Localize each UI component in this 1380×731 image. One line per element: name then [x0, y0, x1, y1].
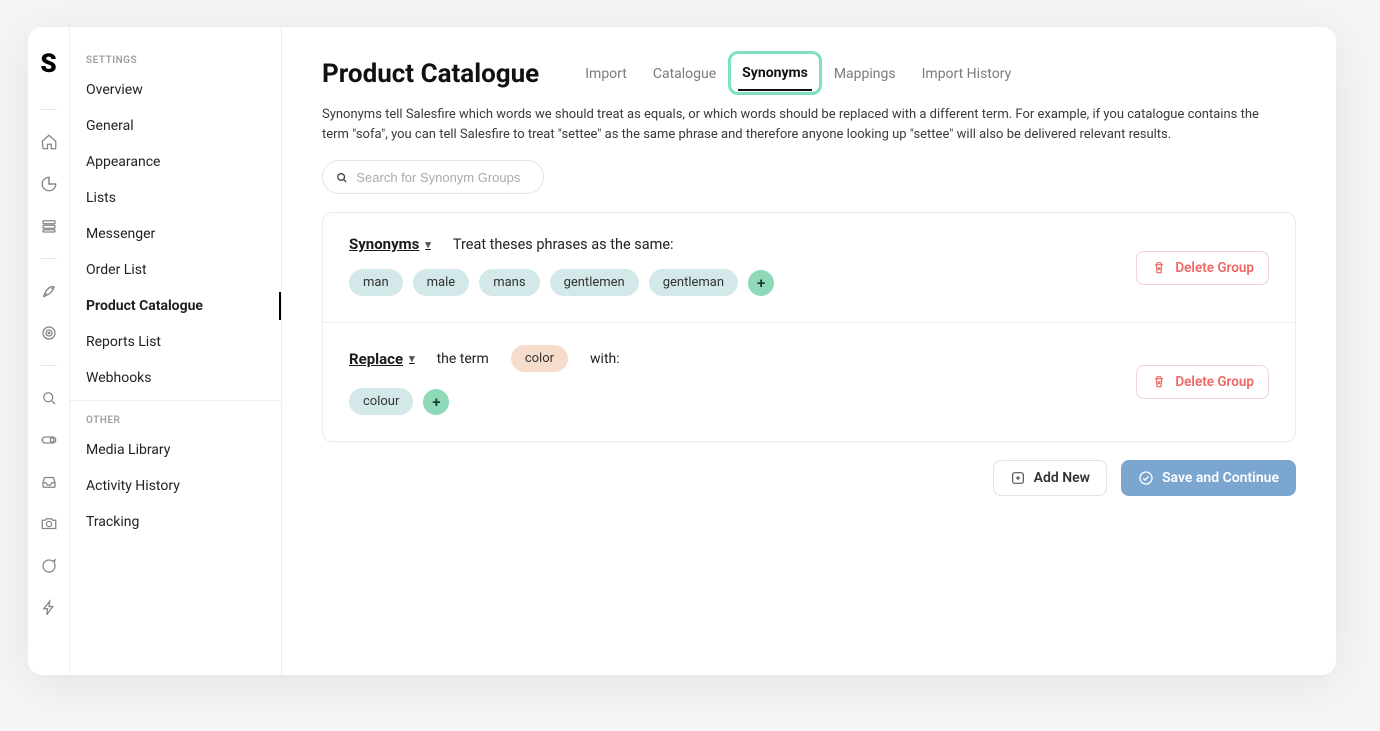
delete-group-label: Delete Group — [1175, 374, 1254, 390]
nav-item-tracking[interactable]: Tracking — [70, 504, 281, 540]
rail-separator — [41, 109, 57, 110]
target-icon[interactable] — [39, 323, 59, 343]
page-description: Synonyms tell Salesfire which words we s… — [322, 105, 1282, 144]
synonym-group: Replace ▾ the term color with: colour + Delete … — [323, 322, 1295, 441]
nav-item-lists[interactable]: Lists — [70, 180, 281, 216]
nav-item-appearance[interactable]: Appearance — [70, 144, 281, 180]
search-icon — [335, 170, 348, 185]
chart-icon[interactable] — [39, 174, 59, 194]
nav-item-order-list[interactable]: Order List — [70, 252, 281, 288]
nav-item-messenger[interactable]: Messenger — [70, 216, 281, 252]
trash-icon — [1151, 374, 1167, 390]
replace-term-pill[interactable]: color — [511, 345, 568, 372]
group-type-selector[interactable]: Replace ▾ — [349, 350, 415, 368]
rocket-icon[interactable] — [39, 281, 59, 301]
camera-icon[interactable] — [39, 514, 59, 534]
lightning-icon[interactable] — [39, 598, 59, 618]
add-icon — [1010, 470, 1026, 486]
add-new-button[interactable]: Add New — [993, 460, 1107, 496]
tab-highlight — [728, 51, 822, 95]
term-pill[interactable]: man — [349, 269, 403, 296]
search-input[interactable] — [356, 170, 531, 185]
nav-item-activity-history[interactable]: Activity History — [70, 468, 281, 504]
save-continue-label: Save and Continue — [1162, 470, 1279, 486]
page-title: Product Catalogue — [322, 59, 539, 89]
toggle-icon[interactable] — [39, 430, 59, 450]
chevron-down-icon: ▾ — [409, 352, 415, 365]
inline-post-text: with: — [590, 351, 620, 367]
nav-item-product-catalogue[interactable]: Product Catalogue — [70, 288, 281, 324]
nav-section-title: OTHER — [70, 405, 281, 432]
term-pill[interactable]: mans — [479, 269, 539, 296]
group-header: Replace ▾ the term color with: — [349, 345, 1269, 372]
settings-nav: SETTINGSOverviewGeneralAppearanceListsMe… — [70, 27, 282, 675]
synonym-group: Synonyms ▾ Treat theses phrases as the sam… — [323, 213, 1295, 322]
check-circle-icon — [1138, 470, 1154, 486]
header-row: Product Catalogue Import Catalogue Synonym… — [322, 57, 1296, 91]
delete-group-button[interactable]: Delete Group — [1136, 251, 1269, 285]
delete-group-label: Delete Group — [1175, 260, 1254, 276]
home-icon[interactable] — [39, 132, 59, 152]
terms-row: colour + — [349, 388, 1269, 415]
group-type-selector[interactable]: Synonyms ▾ — [349, 235, 431, 253]
save-continue-button[interactable]: Save and Continue — [1121, 460, 1296, 496]
add-term-button[interactable]: + — [748, 270, 774, 296]
tab-synonyms[interactable]: Synonyms — [738, 57, 812, 91]
trash-icon — [1151, 260, 1167, 276]
footer-actions: Add New Save and Continue — [322, 460, 1296, 496]
group-description: Treat theses phrases as the same: — [453, 236, 674, 253]
group-type-label: Replace — [349, 350, 403, 368]
term-pill[interactable]: male — [413, 269, 470, 296]
rail-separator — [41, 258, 57, 259]
search-icon[interactable] — [39, 388, 59, 408]
nav-item-overview[interactable]: Overview — [70, 72, 281, 108]
nav-item-reports-list[interactable]: Reports List — [70, 324, 281, 360]
chat-icon[interactable] — [39, 556, 59, 576]
term-pill[interactable]: gentlemen — [550, 269, 639, 296]
nav-divider — [70, 400, 281, 401]
main-content: Product Catalogue Import Catalogue Synonym… — [282, 27, 1336, 675]
term-pill[interactable]: gentleman — [649, 269, 738, 296]
nav-section-title: SETTINGS — [70, 45, 281, 72]
groups-card: Synonyms ▾ Treat theses phrases as the sam… — [322, 212, 1296, 442]
chevron-down-icon: ▾ — [425, 238, 431, 251]
app-frame: S SETTINGSOverviewGeneralAppearanceLists… — [28, 27, 1336, 675]
term-pill[interactable]: colour — [349, 388, 413, 415]
tab-import-history[interactable]: Import History — [918, 58, 1016, 90]
logo[interactable]: S — [40, 49, 56, 79]
icon-rail: S — [28, 27, 70, 675]
search-wrap[interactable] — [322, 160, 544, 194]
add-term-button[interactable]: + — [423, 389, 449, 415]
add-new-label: Add New — [1034, 470, 1090, 486]
delete-group-button[interactable]: Delete Group — [1136, 365, 1269, 399]
tabs: Import Catalogue Synonyms Mappings Import Hi… — [581, 57, 1015, 91]
nav-item-media-library[interactable]: Media Library — [70, 432, 281, 468]
group-type-label: Synonyms — [349, 235, 419, 253]
rail-separator — [41, 365, 57, 366]
tab-mappings[interactable]: Mappings — [830, 58, 900, 90]
tab-import[interactable]: Import — [581, 58, 631, 90]
nav-item-webhooks[interactable]: Webhooks — [70, 360, 281, 396]
inbox-icon[interactable] — [39, 472, 59, 492]
group-header: Synonyms ▾ Treat theses phrases as the sam… — [349, 235, 1269, 253]
terms-row: manmale mans gentlemen gentleman + — [349, 269, 1269, 296]
tab-catalogue[interactable]: Catalogue — [649, 58, 720, 90]
stack-icon[interactable] — [39, 216, 59, 236]
nav-item-general[interactable]: General — [70, 108, 281, 144]
inline-pre-text: the term — [437, 351, 489, 367]
